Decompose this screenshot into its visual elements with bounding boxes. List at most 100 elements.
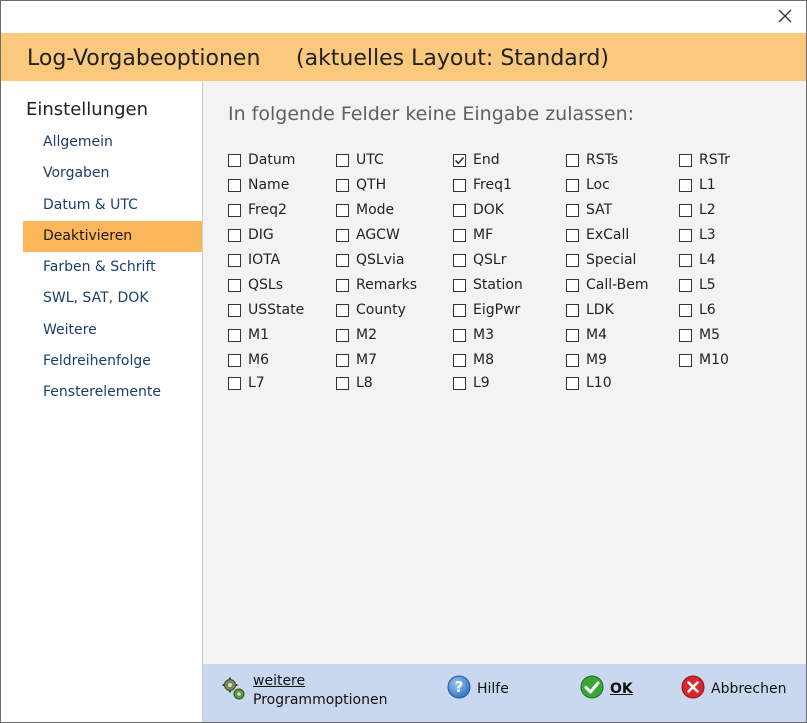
checkbox-m7[interactable]: M7 [336, 350, 377, 370]
checkbox-box[interactable] [566, 203, 579, 217]
checkbox-qsls[interactable]: QSLs [228, 275, 283, 295]
checkbox-box[interactable] [336, 178, 349, 192]
sidebar-item-feldreihenfolge[interactable]: Feldreihenfolge [23, 346, 202, 377]
close-button[interactable] [774, 7, 796, 29]
checkbox-box[interactable] [679, 278, 692, 292]
checkbox-l7[interactable]: L7 [228, 373, 265, 393]
checkbox-station[interactable]: Station [453, 275, 523, 295]
checkbox-excall[interactable]: ExCall [566, 225, 629, 245]
checkbox-box[interactable] [453, 328, 466, 342]
checkbox-m5[interactable]: M5 [679, 325, 720, 345]
checkbox-mf[interactable]: MF [453, 225, 493, 245]
checkbox-box[interactable] [566, 376, 579, 390]
checkbox-freq2[interactable]: Freq2 [228, 200, 287, 220]
checkbox-mode[interactable]: Mode [336, 200, 394, 220]
checkbox-l9[interactable]: L9 [453, 373, 490, 393]
help-button[interactable]: ? Hilfe [447, 675, 509, 703]
checkbox-qslvia[interactable]: QSLvia [336, 250, 404, 270]
checkbox-remarks[interactable]: Remarks [336, 275, 417, 295]
checkbox-l8[interactable]: L8 [336, 373, 373, 393]
checkbox-l5[interactable]: L5 [679, 275, 716, 295]
checkbox-box[interactable] [453, 178, 466, 192]
checkbox-box[interactable] [336, 153, 349, 167]
checkbox-usstate[interactable]: USState [228, 300, 304, 320]
checkbox-box[interactable] [336, 253, 349, 267]
checkbox-ldk[interactable]: LDK [566, 300, 614, 320]
checkbox-l6[interactable]: L6 [679, 300, 716, 320]
checkbox-box[interactable] [228, 376, 241, 390]
checkbox-box[interactable] [336, 203, 349, 217]
checkbox-county[interactable]: County [336, 300, 406, 320]
checkbox-utc[interactable]: UTC [336, 150, 384, 170]
checkbox-box[interactable] [679, 253, 692, 267]
checkbox-l3[interactable]: L3 [679, 225, 716, 245]
checkbox-box[interactable] [679, 228, 692, 242]
sidebar-item-datum-utc[interactable]: Datum & UTC [23, 190, 202, 221]
checkbox-box[interactable] [228, 153, 241, 167]
sidebar-item-fensterelemente[interactable]: Fensterelemente [23, 377, 202, 408]
checkbox-box[interactable] [679, 328, 692, 342]
checkbox-freq1[interactable]: Freq1 [453, 175, 512, 195]
checkbox-l2[interactable]: L2 [679, 200, 716, 220]
checkbox-box[interactable] [336, 376, 349, 390]
checkbox-box[interactable] [336, 303, 349, 317]
checkbox-box[interactable] [228, 303, 241, 317]
checkbox-eigpwr[interactable]: EigPwr [453, 300, 520, 320]
checkbox-m8[interactable]: M8 [453, 350, 494, 370]
checkbox-end[interactable]: End [453, 150, 500, 170]
checkbox-rsts[interactable]: RSTs [566, 150, 618, 170]
checkbox-box[interactable] [679, 353, 692, 367]
sidebar-item-allgemein[interactable]: Allgemein [23, 127, 202, 158]
checkbox-box[interactable] [566, 353, 579, 367]
checkbox-box[interactable] [566, 328, 579, 342]
checkbox-box[interactable] [336, 328, 349, 342]
checkbox-agcw[interactable]: AGCW [336, 225, 400, 245]
checkbox-box[interactable] [336, 353, 349, 367]
checkbox-box[interactable] [453, 253, 466, 267]
checkbox-box[interactable] [566, 228, 579, 242]
checkbox-box[interactable] [228, 278, 241, 292]
checkbox-m2[interactable]: M2 [336, 325, 377, 345]
checkbox-box[interactable] [336, 228, 349, 242]
checkbox-special[interactable]: Special [566, 250, 636, 270]
checkbox-box[interactable] [453, 353, 466, 367]
sidebar-item-deaktivieren[interactable]: Deaktivieren [23, 220, 202, 253]
checkbox-m3[interactable]: M3 [453, 325, 494, 345]
checkbox-box[interactable] [453, 303, 466, 317]
checkbox-dok[interactable]: DOK [453, 200, 504, 220]
checkbox-box[interactable] [228, 203, 241, 217]
checkbox-box[interactable] [566, 178, 579, 192]
checkbox-box[interactable] [566, 253, 579, 267]
checkbox-box[interactable] [566, 303, 579, 317]
checkbox-l1[interactable]: L1 [679, 175, 716, 195]
checkbox-box[interactable] [679, 203, 692, 217]
checkbox-l4[interactable]: L4 [679, 250, 716, 270]
checkbox-m4[interactable]: M4 [566, 325, 607, 345]
checkbox-checked-box[interactable] [453, 153, 466, 167]
checkbox-m10[interactable]: M10 [679, 350, 729, 370]
checkbox-qth[interactable]: QTH [336, 175, 386, 195]
checkbox-iota[interactable]: IOTA [228, 250, 280, 270]
checkbox-box[interactable] [566, 153, 579, 167]
checkbox-dig[interactable]: DIG [228, 225, 274, 245]
checkbox-box[interactable] [336, 278, 349, 292]
checkbox-box[interactable] [679, 153, 692, 167]
sidebar-item-weitere[interactable]: Weitere [23, 315, 202, 346]
sidebar-item-vorgaben[interactable]: Vorgaben [23, 158, 202, 189]
checkbox-box[interactable] [453, 376, 466, 390]
checkbox-box[interactable] [679, 178, 692, 192]
checkbox-l10[interactable]: L10 [566, 373, 612, 393]
checkbox-box[interactable] [566, 278, 579, 292]
ok-button[interactable]: OK [580, 675, 633, 703]
checkbox-call-bem[interactable]: Call-Bem [566, 275, 649, 295]
checkbox-box[interactable] [228, 328, 241, 342]
checkbox-box[interactable] [453, 278, 466, 292]
checkbox-sat[interactable]: SAT [566, 200, 612, 220]
checkbox-box[interactable] [453, 203, 466, 217]
sidebar-item-swl-sat-dok[interactable]: SWL, SAT, DOK [23, 283, 202, 314]
checkbox-m9[interactable]: M9 [566, 350, 607, 370]
cancel-button[interactable]: Abbrechen [681, 675, 786, 703]
checkbox-datum[interactable]: Datum [228, 150, 295, 170]
checkbox-m1[interactable]: M1 [228, 325, 269, 345]
checkbox-loc[interactable]: Loc [566, 175, 610, 195]
